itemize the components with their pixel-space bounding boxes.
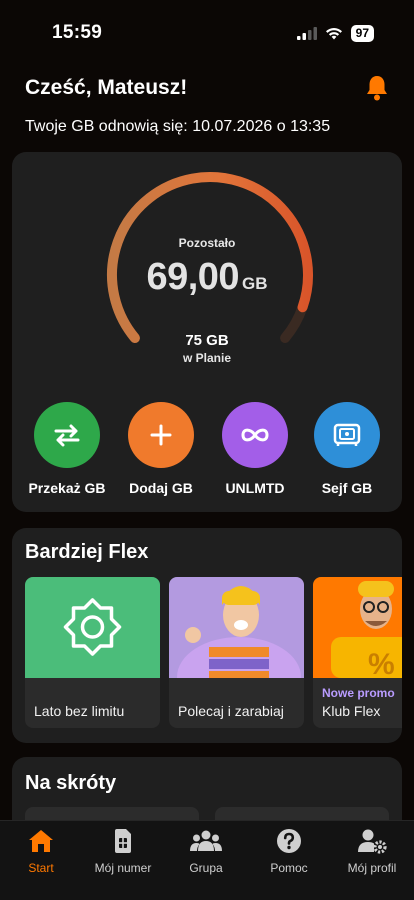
safe-icon (314, 402, 380, 468)
flex-section-title: Bardziej Flex (25, 541, 149, 563)
nav-help-label: Pomoc (270, 861, 308, 875)
add-gb-button[interactable]: Dodaj GB (113, 402, 209, 496)
nav-my-number-label: Mój numer (94, 861, 152, 875)
add-gb-label: Dodaj GB (129, 480, 193, 496)
promo-card-referral[interactable]: Polecaj i zarabiaj (169, 577, 304, 728)
nav-start[interactable]: Start (0, 827, 82, 875)
nav-group-label: Grupa (189, 861, 223, 875)
promo-card-klub-flex[interactable]: % Nowe promo Klub Flex (313, 577, 402, 728)
nav-my-profile[interactable]: Mój profil (331, 827, 413, 875)
notification-bell-icon[interactable] (364, 74, 390, 102)
nav-help[interactable]: Pomoc (248, 827, 330, 875)
transfer-icon (34, 402, 100, 468)
safe-gb-label: Sejf GB (321, 480, 373, 496)
nav-my-profile-label: Mój profil (347, 861, 397, 875)
flex-section: Bardziej Flex Lato bez limitu Polecaj i … (12, 528, 402, 743)
nav-start-label: Start (28, 861, 54, 875)
wifi-icon (325, 28, 342, 40)
promo-tag: Nowe promo (322, 686, 395, 700)
greeting: Cześć, Mateusz! (25, 76, 188, 99)
group-icon (190, 830, 222, 851)
person-photo (177, 586, 301, 717)
infinity-icon (222, 402, 288, 468)
nav-my-number[interactable]: Mój numer (82, 827, 164, 875)
plan-label: w Planie (182, 351, 232, 365)
gear-sun-icon (63, 598, 122, 656)
quick-actions: Przekaż GB Dodaj GB UNLMTD Sejf GB (12, 402, 402, 502)
promo-title: Klub Flex (322, 703, 381, 719)
promo-card-summer[interactable]: Lato bez limitu (25, 577, 160, 728)
promo-image: % (313, 577, 402, 681)
renewal-info: Twoje GB odnowią się: 10.07.2026 o 13:35 (25, 118, 331, 135)
remaining-unit: GB (242, 274, 268, 293)
plus-icon (128, 402, 194, 468)
promo-image (25, 577, 160, 678)
battery-indicator: 97 (350, 25, 374, 42)
promo-title: Polecaj i zarabiaj (178, 703, 284, 719)
person-photo: % (331, 581, 402, 681)
profile-settings-icon (358, 829, 387, 854)
data-usage-card: Pozostało 69,00 GB 75 GB w Planie Przekaż… (12, 152, 402, 512)
remaining-label: Pozostało (178, 236, 236, 250)
safe-gb-button[interactable]: Sejf GB (299, 402, 395, 496)
status-bar: 15:59 97 (0, 0, 414, 60)
home-icon (29, 830, 53, 852)
remaining-value: 69,00 GB (12, 256, 402, 299)
promo-image (169, 577, 304, 717)
cellular-signal-icon (296, 27, 317, 40)
status-icons: 97 (296, 25, 374, 42)
help-icon (277, 829, 301, 853)
transfer-gb-button[interactable]: Przekaż GB (19, 402, 115, 496)
shortcuts-title: Na skróty (25, 772, 117, 794)
remaining-amount: 69,00 (146, 256, 240, 298)
bottom-navigation: Start Mój numer Grupa Pomoc Mój profil (0, 820, 414, 900)
unlimited-button[interactable]: UNLMTD (207, 402, 303, 496)
nav-group[interactable]: Grupa (165, 827, 247, 875)
status-time: 15:59 (52, 22, 103, 43)
svg-text:%: % (368, 648, 395, 678)
transfer-gb-label: Przekaż GB (28, 480, 106, 496)
plan-amount: 75 GB (185, 332, 229, 349)
promo-title: Lato bez limitu (34, 703, 125, 719)
sim-card-icon (115, 829, 131, 853)
unlimited-label: UNLMTD (225, 480, 285, 496)
